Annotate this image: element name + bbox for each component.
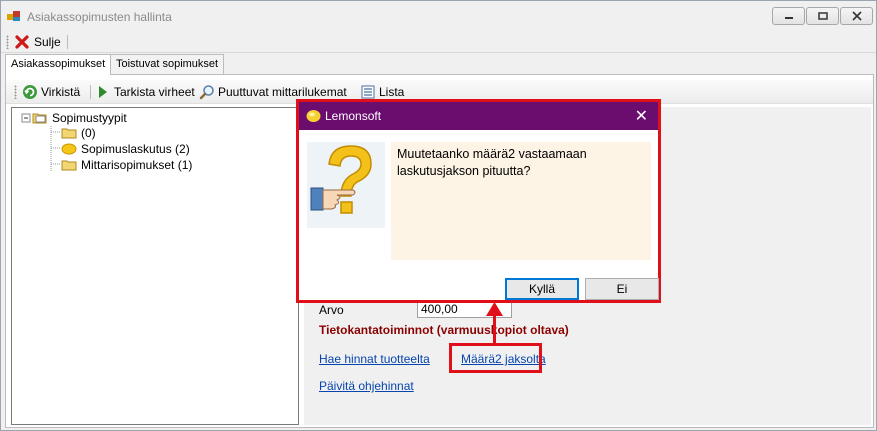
tree-node-label: Mittarisopimukset (1) <box>81 158 193 172</box>
highlight-box <box>449 343 542 373</box>
tree-node[interactable]: (0) <box>61 125 96 141</box>
dialog-title: Lemonsoft <box>325 109 382 123</box>
update-prices-link[interactable]: Päivitä ohjehinnat <box>319 379 414 393</box>
list-icon <box>361 85 375 99</box>
dialog-message: Muutetaanko määrä2 vastaamaan laskutusja… <box>397 147 587 178</box>
tab-label: Toistuvat sopimukset <box>116 58 219 70</box>
restore-button[interactable] <box>806 7 839 25</box>
tab-asiakassopimukset[interactable]: Asiakassopimukset <box>5 54 112 75</box>
play-icon <box>99 86 107 98</box>
confirm-dialog: Lemonsoft ✕ Muutetaanko määrä2 vastaamaa… <box>296 99 661 303</box>
check-errors-label: Tarkista virheet <box>114 85 195 99</box>
folder-icon <box>61 160 77 171</box>
dialog-body: Muutetaanko määrä2 vastaamaan laskutusja… <box>299 130 659 300</box>
tree-node-label: (0) <box>81 126 96 140</box>
red-x-icon <box>15 35 29 49</box>
main-toolbar: Sulje <box>1 31 876 53</box>
dialog-close-icon[interactable]: ✕ <box>635 106 648 126</box>
toolbar-grip[interactable] <box>6 35 9 49</box>
refresh-button[interactable]: Virkistä <box>22 82 80 102</box>
tree-node-label: Sopimustyypit <box>52 111 127 125</box>
tree-node-label: Sopimuslaskutus (2) <box>81 142 190 156</box>
magnifier-icon <box>199 85 214 100</box>
dialog-title-bar: Lemonsoft ✕ <box>299 102 658 130</box>
toolbar-separator <box>90 85 91 99</box>
lemon-icon <box>306 110 321 122</box>
app-icon <box>7 11 20 21</box>
refresh-icon <box>23 85 37 99</box>
tab-toistuvat-sopimukset[interactable]: Toistuvat sopimukset <box>110 54 225 74</box>
yes-button[interactable]: Kyllä <box>505 278 579 300</box>
arrow-head-icon <box>486 302 503 316</box>
refresh-label: Virkistä <box>41 85 81 99</box>
tree-node[interactable]: Sopimuslaskutus (2) <box>61 141 190 157</box>
close-window-button[interactable] <box>840 7 873 25</box>
contract-type-tree[interactable]: Sopimustyypit (0) Sopimuslaskutus (2) Mi… <box>11 107 299 425</box>
no-button[interactable]: Ei <box>585 278 659 300</box>
db-operations-heading: Tietokantatoiminnot (varmuuskopiot oltav… <box>319 323 569 337</box>
restore-icon <box>817 12 828 20</box>
list-label: Lista <box>379 85 405 99</box>
title-bar: Asiakassopimusten hallinta <box>1 1 876 31</box>
tab-label: Asiakassopimukset <box>11 58 106 70</box>
check-errors-button[interactable]: Tarkista virheet <box>97 82 195 102</box>
minimize-button[interactable] <box>772 7 805 25</box>
message-area: Muutetaanko määrä2 vastaamaan laskutusja… <box>391 142 651 260</box>
window-title: Asiakassopimusten hallinta <box>27 10 172 24</box>
close-button[interactable]: Sulje <box>14 32 61 52</box>
tree-node-root[interactable]: Sopimustyypit <box>32 110 127 126</box>
close-icon <box>851 11 862 21</box>
missing-meters-label: Puuttuvat mittarilukemat <box>218 85 347 99</box>
folder-open-icon <box>32 113 47 124</box>
annotation-arrow <box>493 314 496 344</box>
question-hand-icon <box>307 142 385 228</box>
close-button-label: Sulje <box>34 35 61 49</box>
minimize-icon <box>784 17 793 19</box>
folder-icon <box>61 128 77 139</box>
value-label: Arvo <box>319 303 344 317</box>
lemon-icon <box>61 143 77 155</box>
tree-node[interactable]: Mittarisopimukset (1) <box>61 157 192 173</box>
fetch-prices-link[interactable]: Hae hinnat tuotteelta <box>319 352 430 366</box>
toolbar-separator <box>67 35 68 49</box>
toolbar-grip[interactable] <box>14 85 17 99</box>
